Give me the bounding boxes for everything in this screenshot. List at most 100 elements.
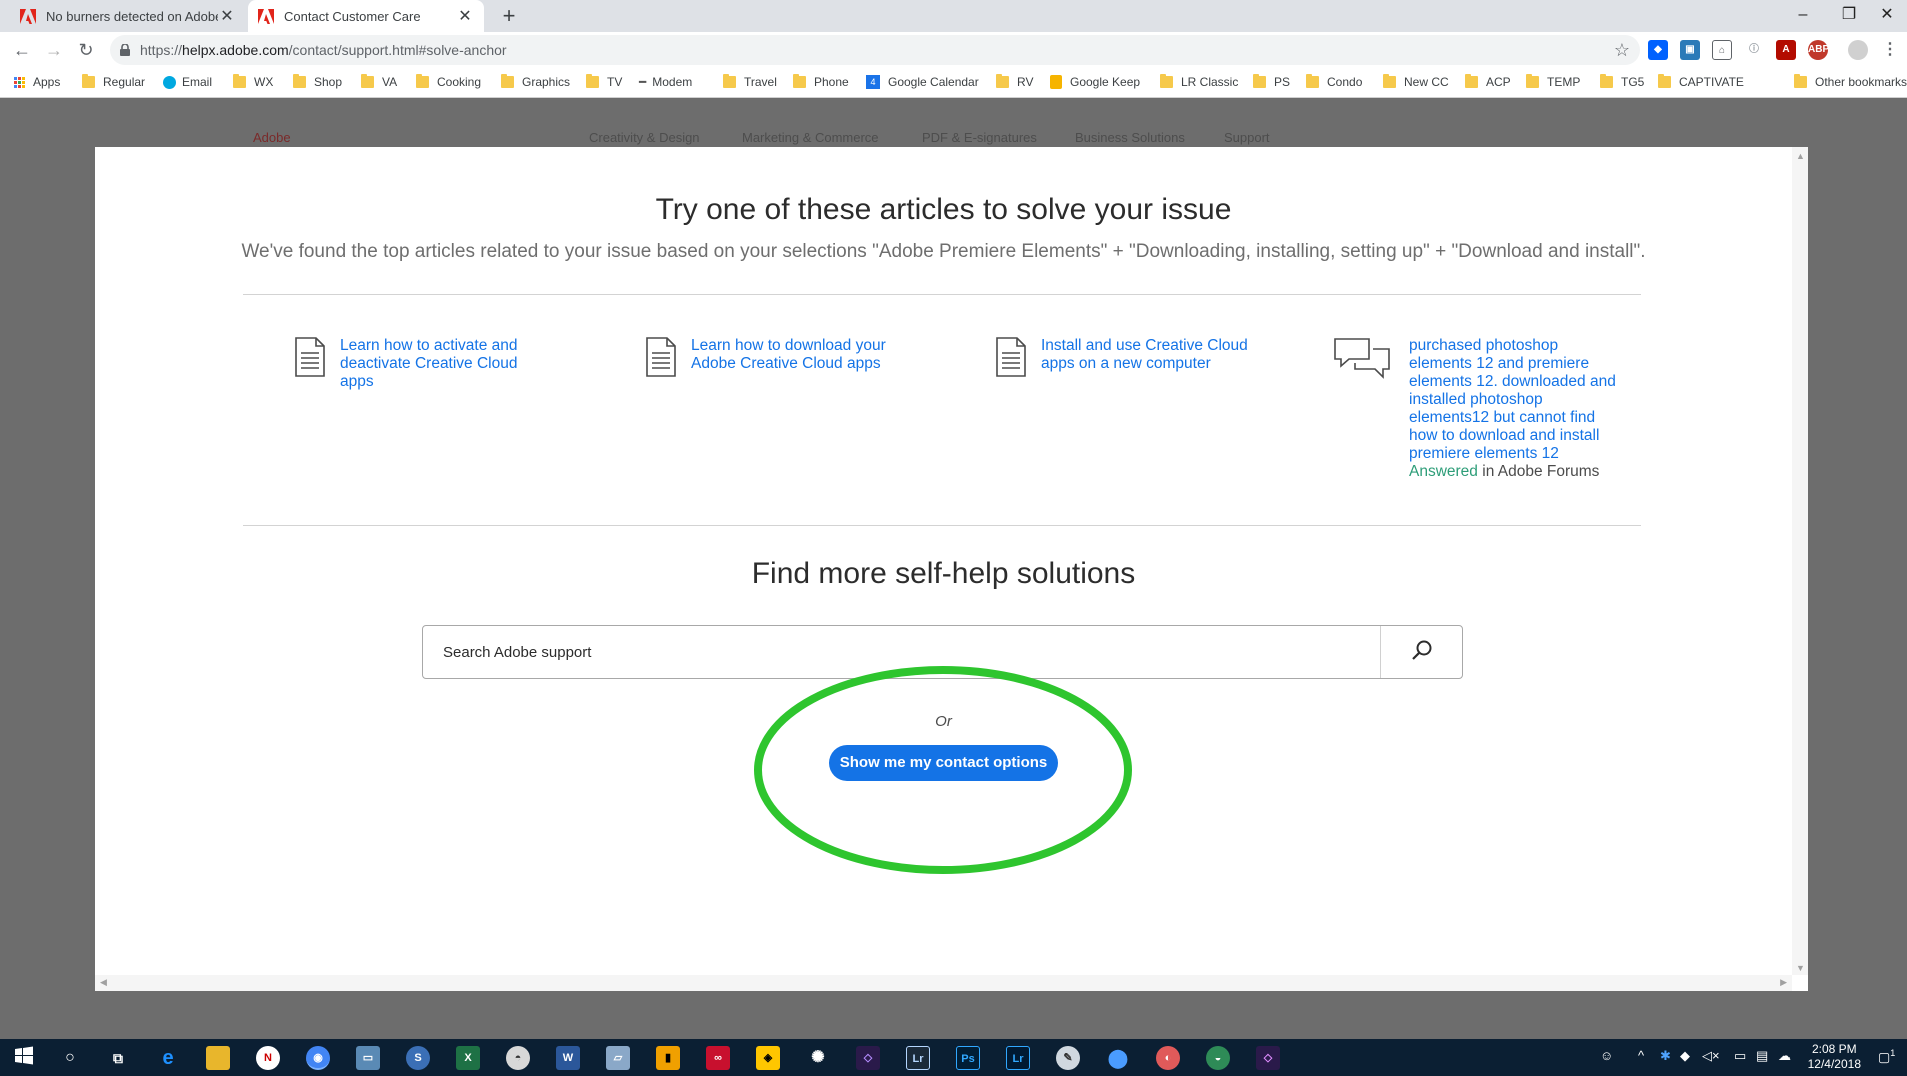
bookmark-apps[interactable]: Apps (14, 75, 60, 89)
film-icon[interactable]: ▮ (656, 1046, 680, 1070)
scroll-left-arrow-icon[interactable]: ◀ (100, 977, 107, 988)
people-icon[interactable]: ☺ (1600, 1048, 1613, 1063)
lightroom-classic-icon[interactable]: Lr (906, 1046, 930, 1070)
bookmark-folder[interactable]: CAPTIVATE (1658, 74, 1744, 89)
photoshop-icon[interactable]: Ps (956, 1046, 980, 1070)
article-card[interactable]: Learn how to activate and deactivate Cre… (294, 337, 518, 391)
back-arrow-icon[interactable]: ← (10, 38, 34, 62)
bookmark-folder[interactable]: Condo (1306, 74, 1362, 89)
article-link-line[interactable]: Install and use Creative Cloud (1041, 337, 1248, 355)
app-icon[interactable]: ◒ (1206, 1046, 1230, 1070)
remote-desktop-icon[interactable]: ▭ (356, 1046, 380, 1070)
forum-post-line[interactable]: elements 12 and premiere (1409, 355, 1616, 373)
article-link-line[interactable]: apps (340, 373, 518, 391)
excel-icon[interactable]: X (456, 1046, 480, 1070)
forum-post-card[interactable]: purchased photoshop elements 12 and prem… (1333, 337, 1616, 481)
bluetooth-icon[interactable]: ✱ (1660, 1048, 1671, 1064)
vertical-scrollbar[interactable]: ▲ ▼ (1792, 147, 1808, 975)
bookmark-folder[interactable]: ACP (1465, 74, 1511, 89)
lightroom-icon[interactable]: Lr (1006, 1046, 1030, 1070)
app-icon[interactable]: ▱ (606, 1046, 630, 1070)
volume-muted-icon[interactable]: ◁× (1702, 1048, 1720, 1064)
close-tab-icon[interactable]: ✕ (456, 6, 474, 26)
forum-post-line[interactable]: premiere elements 12 (1409, 445, 1616, 463)
close-window-icon[interactable]: ✕ (1864, 2, 1907, 28)
article-link-line[interactable]: apps on a new computer (1041, 355, 1248, 373)
horizontal-scrollbar[interactable]: ◀ ▶ (95, 975, 1792, 991)
new-tab-button[interactable]: + (496, 4, 522, 28)
app-icon[interactable]: ◈ (756, 1046, 780, 1070)
forum-post-line[interactable]: purchased photoshop (1409, 337, 1616, 355)
bookmark-folder[interactable]: Travel (723, 74, 777, 89)
other-bookmarks[interactable]: Other bookmarks (1794, 74, 1907, 89)
bookmark-folder[interactable]: TG5 (1600, 74, 1644, 89)
bookmark-folder[interactable]: TV (586, 74, 622, 89)
profile-avatar[interactable] (1848, 40, 1868, 60)
bookmark-star-icon[interactable]: ☆ (1614, 40, 1630, 61)
reload-icon[interactable]: ↻ (74, 38, 98, 62)
article-link-line[interactable]: Adobe Creative Cloud apps (691, 355, 886, 373)
bookmark-folder[interactable]: Graphics (501, 74, 570, 89)
tab-contact-customer-care[interactable]: Contact Customer Care ✕ (248, 0, 484, 32)
app-icon[interactable]: N (256, 1046, 280, 1070)
bookmark-folder[interactable]: RV (996, 74, 1033, 89)
bookmark-folder[interactable]: Regular (82, 74, 145, 89)
premiere-elements-icon[interactable]: ◇ (856, 1046, 880, 1070)
bookmark-link[interactable]: 4 Google Calendar (866, 75, 979, 89)
forum-post-line[interactable]: elements12 but cannot find (1409, 409, 1616, 427)
lightbulb-icon[interactable]: ✺ (806, 1046, 830, 1070)
premiere-elements-icon[interactable]: ◇ (1256, 1046, 1280, 1070)
bookmark-link[interactable]: Google Keep (1050, 75, 1140, 89)
maps-pin-icon[interactable]: ⬤ (1106, 1046, 1130, 1070)
edge-browser-icon[interactable]: e (156, 1046, 180, 1070)
cortana-search-icon[interactable]: ○ (58, 1046, 82, 1070)
system-clock[interactable]: 2:08 PM 12/4/2018 (1808, 1042, 1861, 1072)
bookmark-link[interactable]: ━ Modem (639, 75, 692, 89)
app-icon[interactable]: ◐ (1156, 1046, 1180, 1070)
scroll-down-arrow-icon[interactable]: ▼ (1796, 963, 1805, 973)
task-view-icon[interactable]: ⧉ (106, 1046, 130, 1070)
forum-post-line[interactable]: installed photoshop (1409, 391, 1616, 409)
network-icon[interactable]: ▤ (1756, 1048, 1768, 1064)
cast-icon[interactable]: ⌂ (1712, 40, 1732, 60)
screen-capture-extension-icon[interactable]: ▣ (1680, 40, 1700, 60)
chrome-icon[interactable]: ◉ (306, 1046, 330, 1070)
acrobat-extension-icon[interactable]: A (1776, 40, 1796, 60)
adblock-extension-icon[interactable]: ABP (1808, 40, 1829, 60)
tab-no-burners[interactable]: No burners detected on Adobe Premiere El… (10, 0, 246, 32)
article-link-line[interactable]: Learn how to activate and (340, 337, 518, 355)
forum-post-line[interactable]: how to download and install (1409, 427, 1616, 445)
app-icon[interactable]: ✎ (1056, 1046, 1080, 1070)
info-extension-icon[interactable]: ⓘ (1744, 40, 1764, 60)
scroll-right-arrow-icon[interactable]: ▶ (1780, 977, 1787, 988)
bookmark-folder[interactable]: PS (1253, 74, 1290, 89)
windows-start-icon[interactable] (12, 1046, 36, 1070)
bookmark-folder[interactable]: LR Classic (1160, 74, 1238, 89)
bookmark-folder[interactable]: Phone (793, 74, 849, 89)
bookmark-folder[interactable]: TEMP (1526, 74, 1580, 89)
bookmark-folder[interactable]: New CC (1383, 74, 1449, 89)
word-icon[interactable]: W (556, 1046, 580, 1070)
file-explorer-icon[interactable] (206, 1046, 230, 1070)
show-contact-options-button[interactable]: Show me my contact options (829, 745, 1058, 781)
app-icon[interactable]: S (406, 1046, 430, 1070)
dropbox-tray-icon[interactable]: ◆ (1680, 1048, 1690, 1064)
article-link-line[interactable]: deactivate Creative Cloud (340, 355, 518, 373)
bookmark-folder[interactable]: WX (233, 74, 273, 89)
article-card[interactable]: Learn how to download your Adobe Creativ… (645, 337, 886, 382)
forward-arrow-icon[interactable]: → (42, 38, 66, 62)
onedrive-cloud-icon[interactable]: ☁ (1778, 1048, 1791, 1064)
forum-post-line[interactable]: elements 12. downloaded and (1409, 373, 1616, 391)
close-tab-icon[interactable]: ✕ (218, 6, 236, 26)
menu-kebab-icon[interactable]: ⋮ (1880, 40, 1900, 60)
battery-icon[interactable]: ▭ (1734, 1048, 1746, 1064)
minimize-window-icon[interactable]: – (1780, 2, 1826, 28)
bookmark-folder[interactable]: VA (361, 74, 397, 89)
bookmark-link[interactable]: Email (163, 75, 212, 89)
show-hidden-icons-chevron-icon[interactable]: ^ (1638, 1048, 1644, 1063)
search-button[interactable] (1380, 626, 1462, 678)
scroll-up-arrow-icon[interactable]: ▲ (1796, 151, 1805, 161)
bookmark-folder[interactable]: Shop (293, 74, 342, 89)
app-icon[interactable]: ◓ (506, 1046, 530, 1070)
creative-cloud-icon[interactable]: ∞ (706, 1046, 730, 1070)
